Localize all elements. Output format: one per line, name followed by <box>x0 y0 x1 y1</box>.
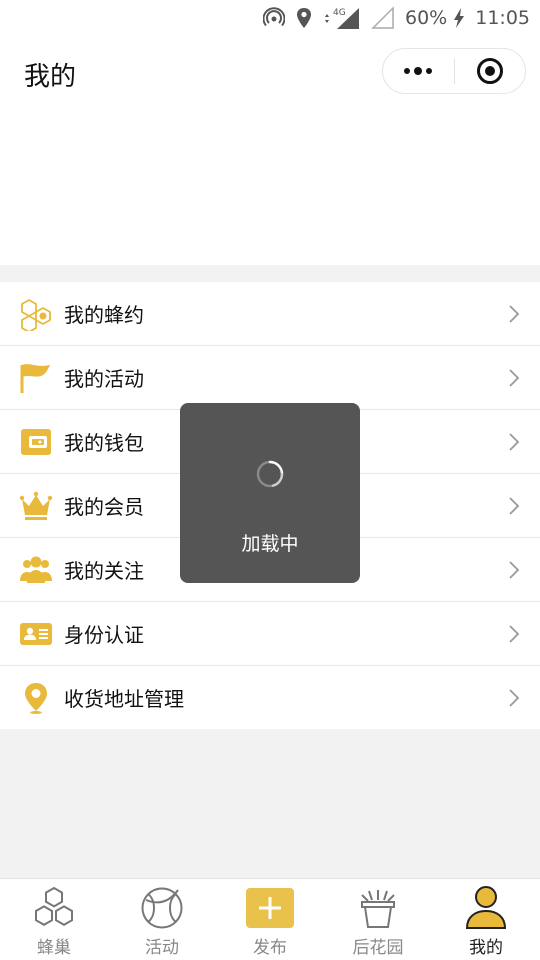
loading-toast: 加载中 <box>180 403 360 583</box>
page-header: 我的 <box>0 36 540 108</box>
flag-icon <box>19 361 53 395</box>
page-title: 我的 <box>24 62 77 92</box>
loading-text: 加载中 <box>241 533 299 555</box>
tab-bar: 蜂巢 活动 发布 后花园 我的 <box>0 878 540 960</box>
menu-item-label: 我的活动 <box>64 367 144 391</box>
tab-publish[interactable]: 发布 <box>216 879 324 960</box>
menu-item-label: 我的蜂约 <box>64 303 144 327</box>
menu-item-label: 身份认证 <box>64 623 144 647</box>
menu-item-shipping-address[interactable]: 收货地址管理 <box>0 666 540 729</box>
tab-label: 蜂巢 <box>37 938 71 958</box>
menu-item-label: 我的会员 <box>64 495 144 519</box>
miniprogram-capsule <box>382 48 526 94</box>
signal-empty-icon <box>371 6 395 30</box>
more-button[interactable] <box>383 49 454 93</box>
loading-spinner-icon <box>256 460 284 488</box>
menu-item-label: 我的钱包 <box>64 431 144 455</box>
svg-text:4G: 4G <box>333 8 346 18</box>
more-dots-icon <box>404 67 433 75</box>
chevron-right-icon <box>508 560 520 580</box>
menu-item-identity[interactable]: 身份认证 <box>0 602 540 666</box>
tab-label: 活动 <box>145 938 179 958</box>
chevron-right-icon <box>508 624 520 644</box>
signal-4g-icon: 4G <box>323 6 361 30</box>
menu-item-appointments[interactable]: 我的蜂约 <box>0 282 540 346</box>
tab-mine[interactable]: 我的 <box>432 879 540 960</box>
chevron-right-icon <box>508 304 520 324</box>
tab-label: 后花园 <box>352 938 404 958</box>
location-pin-icon <box>19 681 53 715</box>
people-icon <box>19 553 53 587</box>
chevron-right-icon <box>508 496 520 516</box>
tab-label: 发布 <box>253 938 287 958</box>
crown-icon <box>19 489 53 523</box>
honeycomb-icon <box>19 297 53 331</box>
location-icon <box>295 7 313 29</box>
chevron-right-icon <box>508 432 520 452</box>
hive-icon <box>31 885 77 931</box>
charging-icon <box>453 7 465 29</box>
tab-label: 我的 <box>469 938 503 958</box>
plant-pot-icon <box>356 885 400 931</box>
chevron-right-icon <box>508 368 520 388</box>
clock: 11:05 <box>475 7 530 29</box>
close-miniprogram-button[interactable] <box>455 49 526 93</box>
ball-icon <box>140 885 184 931</box>
plus-icon <box>246 885 294 931</box>
profile-area <box>0 108 540 265</box>
chevron-right-icon <box>508 688 520 708</box>
target-icon <box>476 58 503 84</box>
tab-garden[interactable]: 后花园 <box>324 879 432 960</box>
tab-activities[interactable]: 活动 <box>108 879 216 960</box>
tab-hive[interactable]: 蜂巢 <box>0 879 108 960</box>
status-bar: 4G 60% 11:05 <box>0 0 540 36</box>
id-card-icon <box>19 617 53 651</box>
menu-item-label: 我的关注 <box>64 559 144 583</box>
wallet-icon <box>19 425 53 459</box>
hotspot-icon <box>263 7 285 29</box>
battery-percent: 60% <box>405 7 448 29</box>
menu-item-label: 收货地址管理 <box>64 687 184 711</box>
user-icon <box>464 885 508 931</box>
menu-item-activities[interactable]: 我的活动 <box>0 346 540 410</box>
